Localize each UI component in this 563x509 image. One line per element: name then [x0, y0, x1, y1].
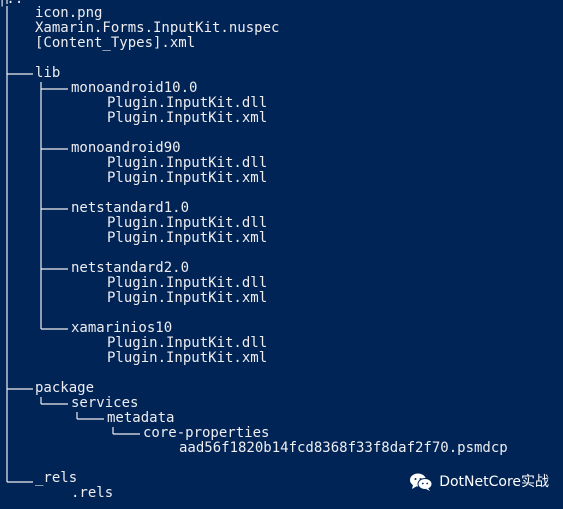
folder-metadata: metadata [107, 410, 175, 426]
file-entry: Plugin.InputKit.xml [107, 350, 268, 366]
top-fragment: │.. [0, 0, 23, 7]
file-entry: Plugin.InputKit.dll [107, 335, 268, 351]
file-entry: [Content_Types].xml [35, 35, 196, 51]
file-entry: Xamarin.Forms.InputKit.nuspec [35, 20, 280, 36]
folder-framework: monoandroid10.0 [71, 80, 198, 96]
tree-connector-lines [6, 0, 140, 483]
file-entry: Plugin.InputKit.xml [107, 230, 268, 246]
file-entry: icon.png [35, 5, 103, 21]
file-entry: Plugin.InputKit.dll [107, 95, 268, 111]
folder-framework: netstandard1.0 [71, 200, 190, 216]
file-entry: Plugin.InputKit.dll [107, 155, 268, 171]
watermark-text: DotNetCore实战 [439, 473, 549, 490]
folder-package: package [35, 380, 95, 396]
file-entry: Plugin.InputKit.dll [107, 275, 268, 291]
folder-services: services [71, 395, 139, 411]
file-entry: Plugin.InputKit.xml [107, 290, 268, 306]
file-entry: .rels [71, 485, 114, 501]
folder-rels: _rels [35, 470, 78, 486]
file-entry: Plugin.InputKit.xml [107, 170, 268, 186]
folder-framework: monoandroid90 [71, 140, 181, 156]
file-entry: Plugin.InputKit.xml [107, 110, 268, 126]
folder-framework: netstandard2.0 [71, 260, 190, 276]
wechat-icon [410, 473, 433, 491]
powershell-console: │.. icon.png Xamarin.Forms.InputKit.nusp… [0, 0, 563, 509]
file-entry: aad56f1820b14fcd8368f33f8daf2f70.psmdcp [179, 440, 508, 456]
folder-core-properties: core-properties [143, 425, 270, 441]
folder-lib: lib [35, 65, 61, 81]
file-entry: Plugin.InputKit.dll [107, 215, 268, 231]
watermark: DotNetCore实战 [409, 472, 549, 492]
folder-framework: xamarinios10 [71, 320, 173, 336]
